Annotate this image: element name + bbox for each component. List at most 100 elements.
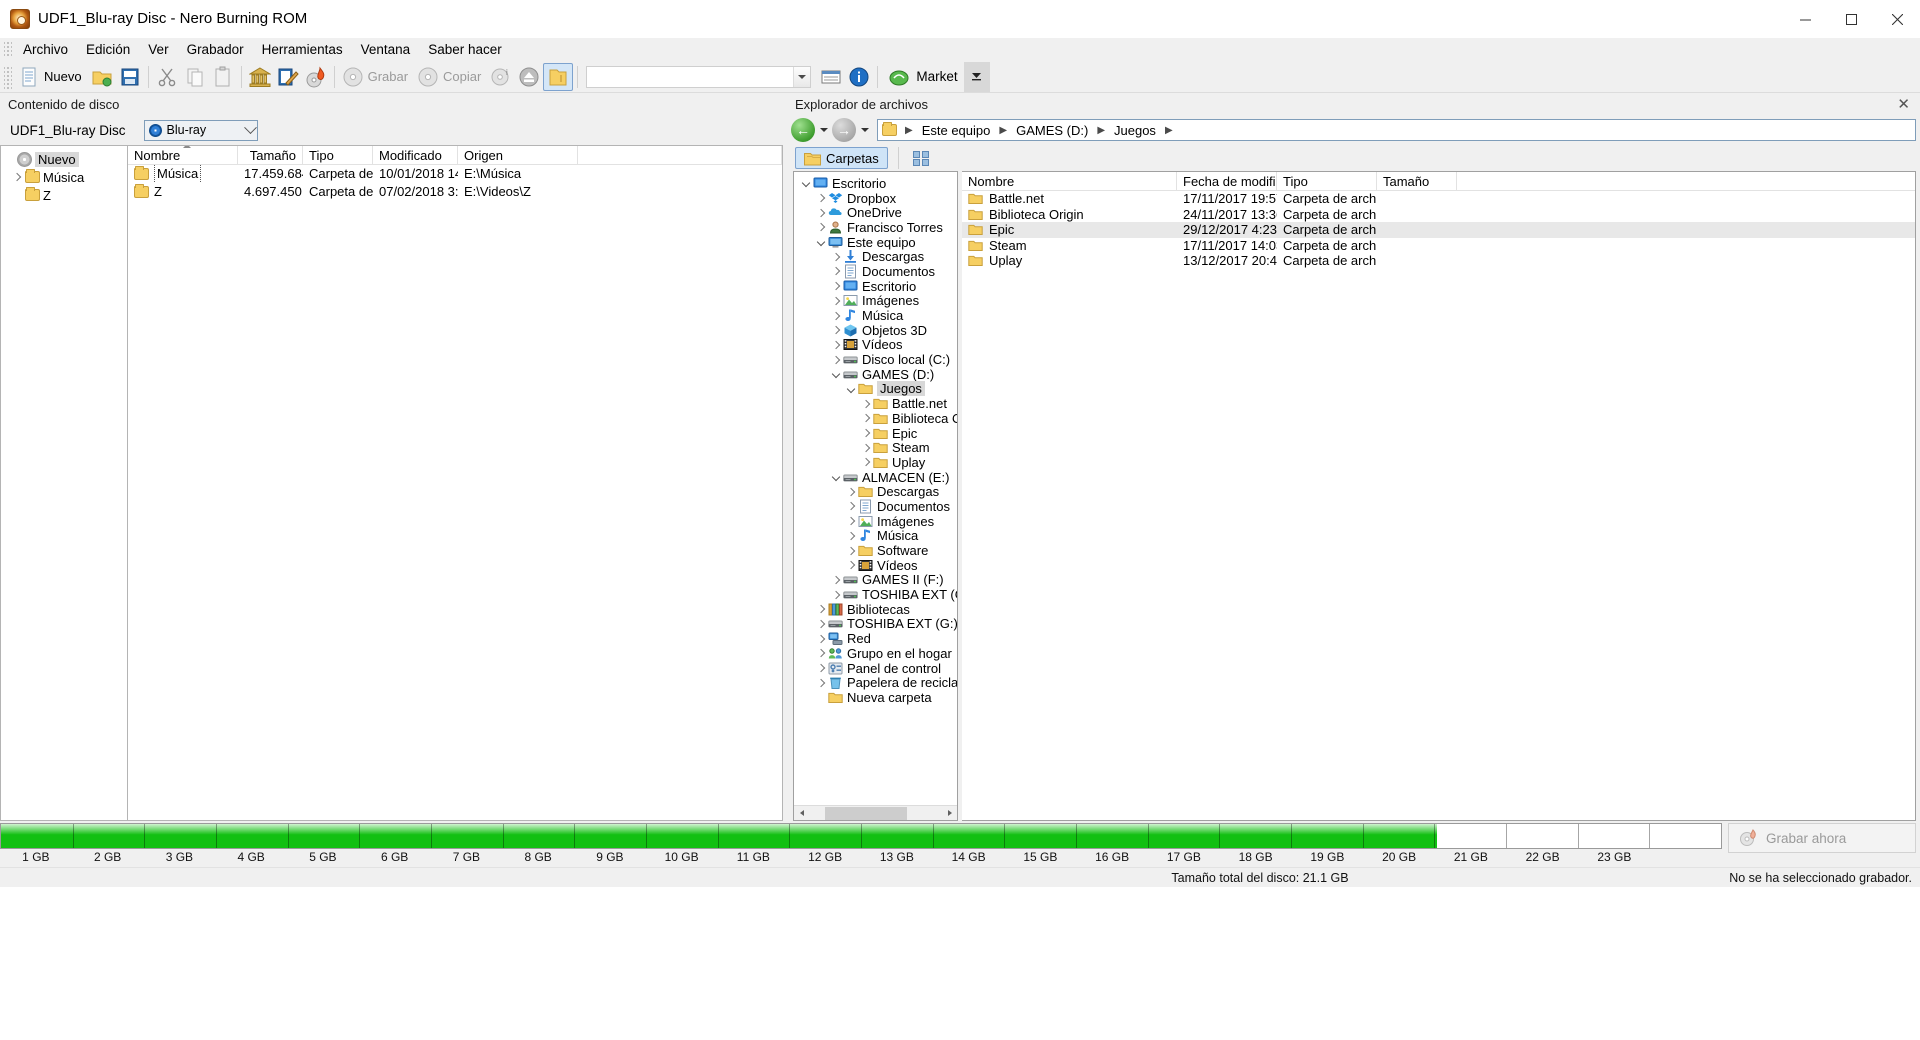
chevron-right-icon[interactable] xyxy=(828,264,843,278)
chevron-right-icon[interactable] xyxy=(813,646,828,660)
chevron-right-icon[interactable] xyxy=(828,279,843,293)
back-arrow-icon[interactable]: ← xyxy=(791,118,815,142)
explorer-tree-item[interactable]: Escritorio xyxy=(794,176,957,191)
column-header-tipo[interactable]: Tipo xyxy=(1277,172,1377,190)
explorer-tree-item[interactable]: Papelera de reciclaje xyxy=(794,675,957,690)
table-row[interactable]: Epic 29/12/2017 4:23 Carpeta de archivos xyxy=(962,222,1915,238)
column-header-tamano[interactable]: Tamaño xyxy=(238,146,303,165)
explorer-tree-item[interactable]: Biblioteca Origi xyxy=(794,411,957,426)
column-header-nombre[interactable]: Nombre xyxy=(962,172,1177,190)
edit-image-button[interactable] xyxy=(274,63,302,91)
copy-button[interactable] xyxy=(181,63,209,91)
column-header-modificado[interactable]: Modificado xyxy=(373,146,458,165)
toolbar-overflow-button[interactable] xyxy=(963,61,990,92)
explorer-tree-item[interactable]: Música xyxy=(794,528,957,543)
explorer-tree-item[interactable]: Escritorio xyxy=(794,279,957,294)
explorer-tree-item[interactable]: Descargas xyxy=(794,484,957,499)
folders-toggle-button[interactable]: Carpetas xyxy=(795,147,888,169)
explorer-tree-item[interactable]: Software xyxy=(794,543,957,558)
new-compilation-button[interactable]: Nuevo xyxy=(15,63,88,91)
explorer-tree-item[interactable]: Descargas xyxy=(794,249,957,264)
save-button[interactable] xyxy=(116,63,144,91)
chevron-right-icon[interactable] xyxy=(9,169,25,185)
expander-icon[interactable] xyxy=(1,151,17,167)
chevron-down-icon[interactable] xyxy=(243,120,257,140)
explorer-tree-item[interactable]: Nueva carpeta xyxy=(794,690,957,705)
explorer-tree-item[interactable]: Grupo en el hogar xyxy=(794,646,957,661)
column-header-fecha[interactable]: Fecha de modifica... xyxy=(1177,172,1277,190)
table-row[interactable]: Battle.net 17/11/2017 19:57 Carpeta de arc… xyxy=(962,191,1915,207)
explorer-tree-item[interactable]: Este equipo xyxy=(794,235,957,250)
explorer-tree-item[interactable]: Documentos xyxy=(794,499,957,514)
forward-arrow-icon[interactable]: → xyxy=(832,118,856,142)
disc-info-button[interactable]: i xyxy=(487,63,515,91)
chevron-right-icon[interactable] xyxy=(858,411,873,425)
disc-file-list[interactable]: Nombre Tamaño Tipo Modificado Origen Mús… xyxy=(127,145,783,821)
explorer-tree-item[interactable]: TOSHIBA EXT (G:) xyxy=(794,587,957,602)
table-row[interactable]: Biblioteca Origin 24/11/2017 13:36 Carpeta… xyxy=(962,207,1915,223)
explorer-tree-item[interactable]: Steam xyxy=(794,440,957,455)
toolbar-grip-icon[interactable] xyxy=(4,64,12,89)
chevron-right-icon[interactable] xyxy=(843,499,858,513)
menu-herramientas[interactable]: Herramientas xyxy=(253,39,352,60)
explorer-tree-item[interactable]: TOSHIBA EXT (G:) xyxy=(794,616,957,631)
chevron-right-icon[interactable] xyxy=(828,250,843,264)
column-header-origen[interactable]: Origen xyxy=(458,146,578,165)
view-mode-button[interactable] xyxy=(909,147,933,169)
explorer-tree-item[interactable]: OneDrive xyxy=(794,205,957,220)
chevron-right-icon[interactable] xyxy=(843,544,858,558)
chevron-right-icon[interactable] xyxy=(843,529,858,543)
burn-button[interactable]: Grabar xyxy=(339,63,414,91)
forward-dropdown-icon[interactable] xyxy=(858,118,871,142)
explorer-tree-item[interactable]: Panel de control xyxy=(794,661,957,676)
chevron-right-icon[interactable] xyxy=(843,485,858,499)
chevron-right-icon[interactable] xyxy=(828,309,843,323)
explorer-tree-item[interactable]: GAMES (D:) xyxy=(794,367,957,382)
column-header-tamano[interactable]: Tamaño xyxy=(1377,172,1457,190)
menu-edicion[interactable]: Edición xyxy=(77,39,139,60)
explorer-tree-item[interactable]: Imágenes xyxy=(794,293,957,308)
chevron-right-icon[interactable] xyxy=(813,191,828,205)
chevron-right-icon[interactable] xyxy=(828,338,843,352)
scroll-left-icon[interactable] xyxy=(794,805,809,820)
explorer-tree-item[interactable]: Bibliotecas xyxy=(794,602,957,617)
explorer-tree-item[interactable]: Dropbox xyxy=(794,191,957,206)
burn-now-button[interactable]: Grabar ahora xyxy=(1728,823,1916,853)
close-icon[interactable] xyxy=(1874,0,1920,38)
chevron-right-icon[interactable] xyxy=(858,426,873,440)
chevron-right-icon[interactable] xyxy=(858,455,873,469)
chevron-right-icon[interactable] xyxy=(828,573,843,587)
chevron-right-icon[interactable] xyxy=(813,206,828,220)
chevron-right-icon[interactable] xyxy=(828,323,843,337)
explorer-tree-item[interactable]: Disco local (C:) xyxy=(794,352,957,367)
explorer-tree-item[interactable]: Epic xyxy=(794,426,957,441)
menu-archivo[interactable]: Archivo xyxy=(14,39,77,60)
column-header-tipo[interactable]: Tipo xyxy=(303,146,373,165)
table-row[interactable]: Z 4.697.450 KB Carpeta de... 07/02/2018 … xyxy=(128,183,782,201)
menu-ver[interactable]: Ver xyxy=(139,39,177,60)
market-button[interactable]: Market xyxy=(882,64,963,90)
table-row[interactable]: Uplay 13/12/2017 20:40 Carpeta de archivos xyxy=(962,253,1915,269)
chevron-right-icon[interactable] xyxy=(813,220,828,234)
menu-saber-hacer[interactable]: Saber hacer xyxy=(419,39,511,60)
chevron-down-icon[interactable] xyxy=(828,367,843,381)
explorer-tree-item[interactable]: Vídeos xyxy=(794,558,957,573)
chevron-right-icon[interactable] xyxy=(858,441,873,455)
explorer-tree-item[interactable]: Objetos 3D xyxy=(794,323,957,338)
breadcrumb-item-games-d[interactable]: GAMES (D:) xyxy=(1013,122,1091,139)
open-button[interactable] xyxy=(88,63,116,91)
chevron-right-icon[interactable] xyxy=(828,353,843,367)
properties-button[interactable] xyxy=(817,63,845,91)
table-row[interactable]: Steam 17/11/2017 14:03 Carpeta de archivos xyxy=(962,238,1915,254)
breadcrumb-item-este-equipo[interactable]: Este equipo xyxy=(919,122,994,139)
panel-close-icon[interactable]: ✕ xyxy=(1893,97,1914,112)
explorer-tree-item[interactable]: Francisco Torres xyxy=(794,220,957,235)
expander-icon[interactable] xyxy=(9,187,25,203)
disc-tree-item-z[interactable]: Z xyxy=(1,186,127,204)
file-browser-toggle[interactable] xyxy=(543,62,574,91)
chevron-right-icon[interactable] xyxy=(858,397,873,411)
chevron-right-icon[interactable] xyxy=(813,661,828,675)
chevron-down-icon[interactable] xyxy=(798,176,813,190)
tree-horizontal-scrollbar[interactable] xyxy=(794,805,957,820)
scroll-thumb[interactable] xyxy=(824,806,908,820)
